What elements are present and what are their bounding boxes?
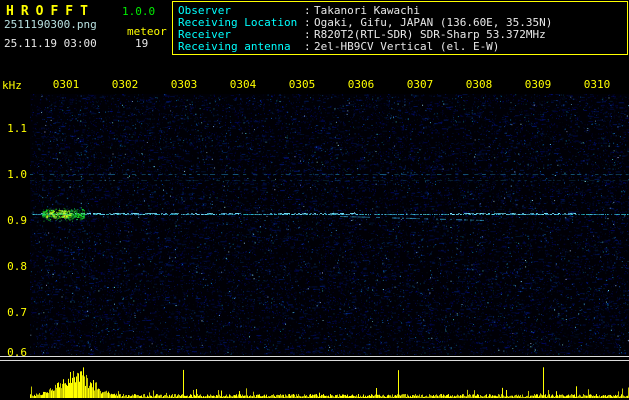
time-axis-label: 0304 — [229, 78, 257, 91]
separator-line-lower — [0, 360, 629, 361]
observation-datetime: 25.11.19 03:00 — [4, 37, 97, 50]
level-strip-canvas — [30, 363, 629, 398]
freq-axis-label: 1.1 — [7, 122, 27, 135]
time-axis-label: 0303 — [170, 78, 198, 91]
info-separator: : — [304, 40, 311, 53]
info-value: 2el-HB9CV Vertical (el. E-W) — [314, 40, 500, 53]
info-row-antenna: Receiving antenna : 2el-HB9CV Vertical (… — [178, 41, 627, 53]
echo-count: 19 — [135, 37, 149, 50]
freq-axis-unit: kHz — [2, 79, 22, 92]
time-axis-label: 0310 — [583, 78, 611, 91]
time-axis-label: 0307 — [406, 78, 434, 91]
output-filename: 2511190300.png — [4, 18, 97, 31]
freq-axis-label: 1.0 — [7, 168, 27, 181]
freq-axis-label: 0.8 — [7, 260, 27, 273]
spectrogram-canvas — [30, 94, 629, 355]
time-axis-label: 0309 — [524, 78, 552, 91]
station-info-box: Observer : Takanori Kawachi Receiving Lo… — [172, 1, 628, 55]
time-axis-label: 0302 — [111, 78, 139, 91]
info-label: Receiving antenna — [178, 40, 291, 53]
hrofft-window: HROFFT 1.0.0 2511190300.png meteor 25.11… — [0, 0, 629, 400]
app-title: HROFFT — [6, 4, 95, 19]
separator-line-upper — [0, 356, 629, 357]
freq-axis-label: 0.9 — [7, 214, 27, 227]
time-axis-label: 0305 — [288, 78, 316, 91]
time-axis-label: 0301 — [52, 78, 80, 91]
app-version: 1.0.0 — [122, 5, 156, 18]
freq-axis-label: 0.6 — [7, 346, 27, 359]
time-axis-label: 0308 — [465, 78, 493, 91]
time-axis-label: 0306 — [347, 78, 375, 91]
freq-axis-label: 0.7 — [7, 306, 27, 319]
